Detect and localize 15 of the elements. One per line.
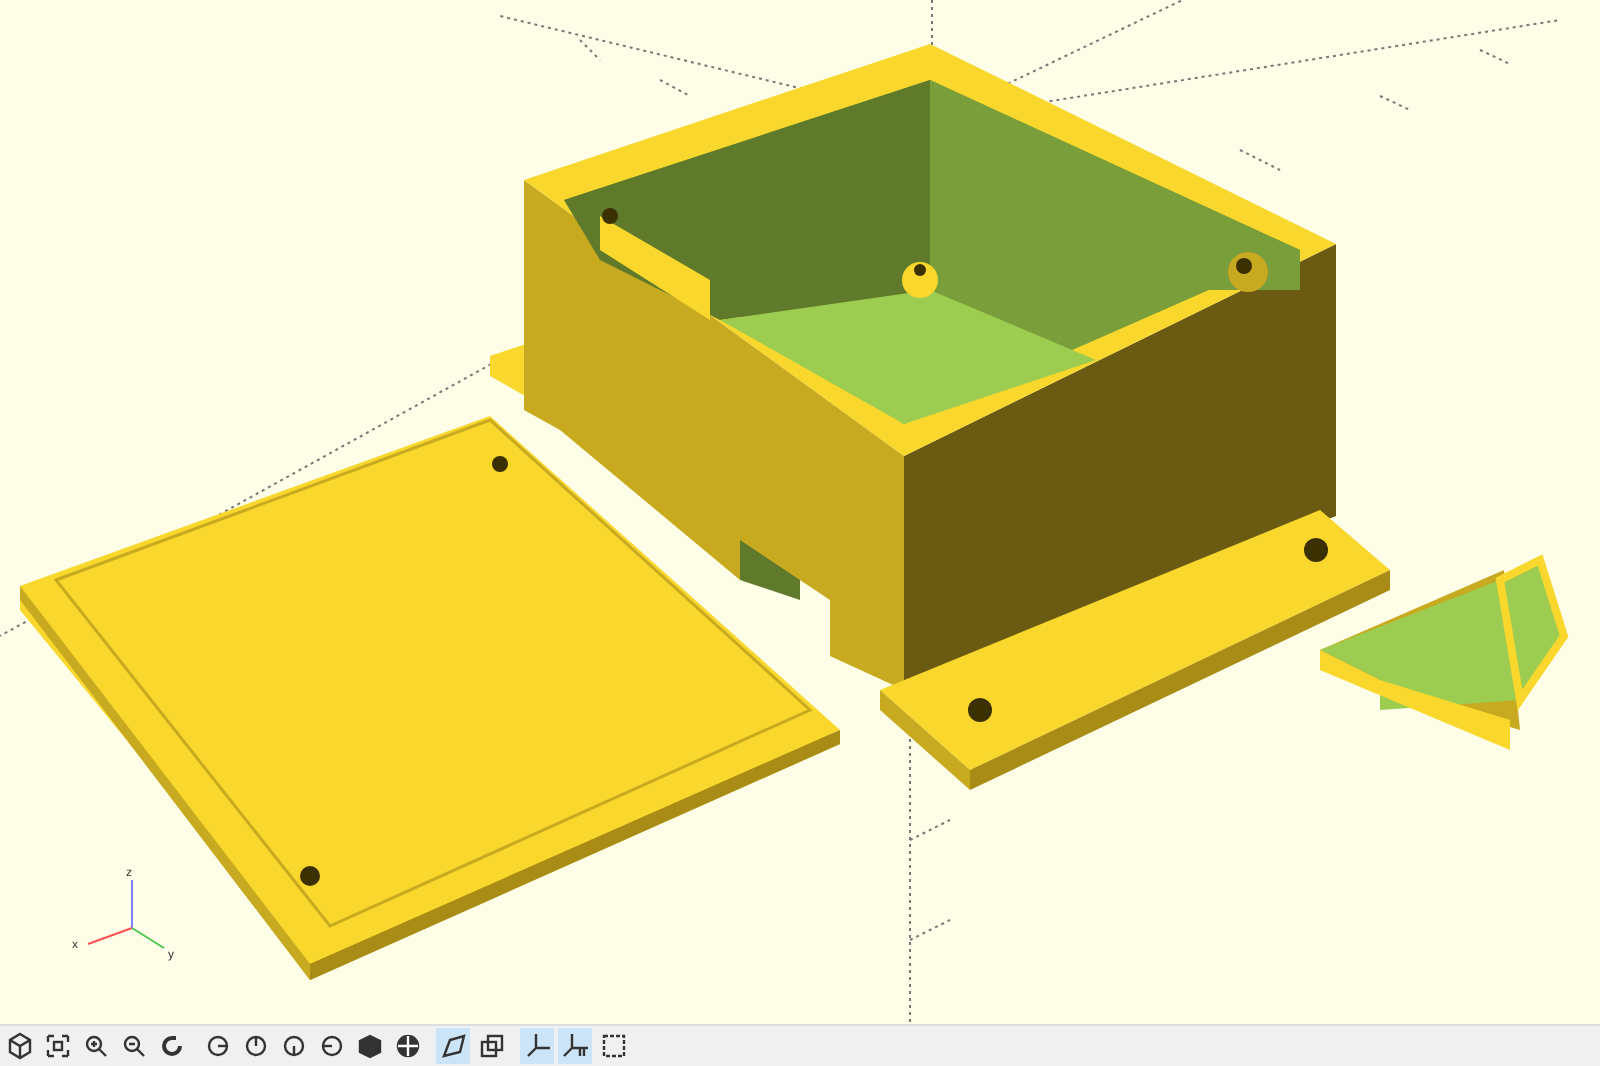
toolbar-button[interactable] <box>558 1028 592 1064</box>
orthogonal-icon <box>477 1032 505 1060</box>
sphere-icon <box>393 1032 421 1060</box>
solid-cube-icon <box>355 1032 383 1060</box>
toolbar-button[interactable] <box>436 1028 470 1064</box>
cube-icon <box>5 1032 33 1060</box>
edges-icon <box>599 1032 627 1060</box>
scale-markers-icon <box>561 1032 589 1060</box>
zoom-in-icon <box>81 1032 109 1060</box>
perspective-icon <box>439 1032 467 1060</box>
zoom-out-icon <box>119 1032 147 1060</box>
view-all-icon <box>43 1032 71 1060</box>
toolbar-button[interactable] <box>520 1028 554 1064</box>
axes-icon <box>523 1032 551 1060</box>
reset-icon <box>157 1032 185 1060</box>
